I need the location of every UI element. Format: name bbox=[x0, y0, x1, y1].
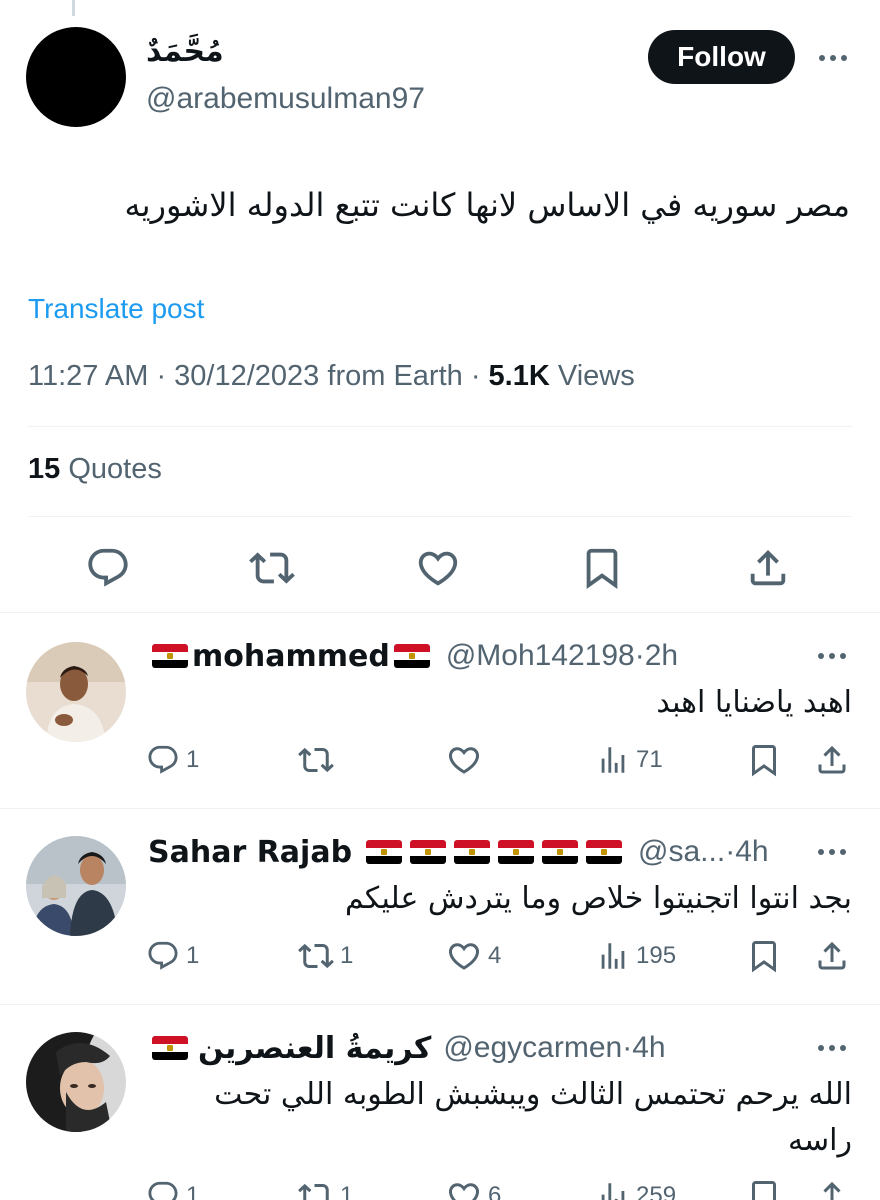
share-icon[interactable] bbox=[814, 738, 850, 782]
post-meta: 11:27 AM · 30/12/2023 from Earth · 5.1K … bbox=[28, 360, 635, 392]
egypt-flag-icon bbox=[393, 644, 430, 668]
bar-chart-icon[interactable]: 71 bbox=[596, 738, 663, 782]
reply-handle[interactable]: @sa... bbox=[638, 835, 725, 869]
translate-post-link[interactable]: Translate post bbox=[28, 293, 204, 325]
heart-icon[interactable] bbox=[446, 738, 488, 782]
views-label: Views bbox=[557, 360, 635, 392]
quotes-count: 15 bbox=[28, 453, 61, 485]
post-date[interactable]: 30/12/2023 bbox=[174, 360, 319, 392]
author-avatar[interactable] bbox=[26, 27, 126, 127]
reply-icon[interactable]: 1 bbox=[146, 934, 199, 978]
repost-icon[interactable] bbox=[244, 540, 300, 596]
reply-action-bar: 1 1 6 259 bbox=[0, 1174, 880, 1200]
share-icon[interactable] bbox=[740, 540, 796, 596]
avatar[interactable] bbox=[26, 1032, 126, 1132]
divider bbox=[28, 426, 852, 427]
repost-icon[interactable]: 1 bbox=[298, 1174, 353, 1200]
like-count: 4 bbox=[488, 942, 502, 969]
egypt-flag-icon bbox=[586, 840, 623, 864]
reply-author-name[interactable]: Sahar Rajab bbox=[148, 835, 626, 870]
reply-action-bar: 1 71 bbox=[0, 738, 880, 782]
views-count: 195 bbox=[636, 942, 677, 969]
heart-icon[interactable]: 6 bbox=[446, 1174, 501, 1200]
bookmark-icon[interactable] bbox=[746, 1174, 782, 1200]
post-source: from Earth bbox=[327, 360, 463, 392]
reply-text: اهبد ياضنايا اهبد bbox=[656, 685, 852, 720]
like-count: 6 bbox=[488, 1182, 502, 1200]
reply-name-text[interactable]: كريمةُ العنصرين bbox=[198, 1031, 431, 1066]
reply-time[interactable]: 4h bbox=[735, 835, 768, 869]
heart-icon[interactable] bbox=[410, 540, 466, 596]
reply-count: 1 bbox=[186, 1182, 200, 1200]
reply-name-text[interactable]: mohammed bbox=[192, 639, 390, 674]
post-action-bar bbox=[0, 540, 880, 596]
author-name[interactable]: مُحَّمَدٌ bbox=[146, 34, 224, 69]
egypt-flag-icon bbox=[410, 840, 447, 864]
egypt-flag-icon bbox=[542, 840, 579, 864]
reply-handle[interactable]: @Moh142198 bbox=[446, 639, 635, 673]
repost-count: 1 bbox=[340, 1182, 354, 1200]
repost-count: 1 bbox=[340, 942, 354, 969]
bar-chart-icon[interactable]: 259 bbox=[596, 1174, 676, 1200]
quotes-label: Quotes bbox=[68, 453, 162, 485]
divider bbox=[0, 1004, 880, 1005]
divider bbox=[28, 516, 852, 517]
bar-chart-icon[interactable]: 195 bbox=[596, 934, 676, 978]
egypt-flag-icon bbox=[366, 840, 403, 864]
reply-count: 1 bbox=[186, 746, 200, 773]
bookmark-icon[interactable] bbox=[746, 934, 782, 978]
egypt-flag-icon bbox=[152, 1036, 188, 1060]
repost-icon[interactable] bbox=[298, 738, 340, 782]
reply-count: 1 bbox=[186, 942, 200, 969]
reply-action-bar: 1 1 4 195 bbox=[0, 934, 880, 978]
divider bbox=[0, 612, 880, 613]
more-dots-icon[interactable] bbox=[813, 48, 853, 68]
views-count: 5.1K bbox=[488, 360, 550, 392]
egypt-flag-icon bbox=[498, 840, 535, 864]
reply-icon[interactable] bbox=[80, 540, 136, 596]
repost-icon[interactable]: 1 bbox=[298, 934, 353, 978]
reply-handle[interactable]: @egycarmen bbox=[443, 1031, 622, 1065]
more-dots-icon[interactable] bbox=[812, 648, 852, 664]
thread-line bbox=[72, 0, 75, 16]
views-count: 259 bbox=[636, 1182, 677, 1200]
post-time: 11:27 AM bbox=[28, 360, 149, 392]
reply-icon[interactable]: 1 bbox=[146, 1174, 199, 1200]
more-dots-icon[interactable] bbox=[812, 844, 852, 860]
avatar[interactable] bbox=[26, 836, 126, 936]
share-icon[interactable] bbox=[814, 1174, 850, 1200]
reply-text: بجد انتوا اتجنيتوا خلاص وما يتردش عليكم bbox=[344, 881, 852, 916]
more-dots-icon[interactable] bbox=[812, 1040, 852, 1056]
avatar[interactable] bbox=[26, 642, 126, 742]
reply-icon[interactable]: 1 bbox=[146, 738, 199, 782]
quotes-link[interactable]: 15 Quotes bbox=[28, 453, 162, 486]
reply-time[interactable]: 4h bbox=[632, 1031, 665, 1065]
views-count: 71 bbox=[636, 746, 663, 773]
follow-button[interactable]: Follow bbox=[648, 30, 795, 84]
reply-time[interactable]: 2h bbox=[645, 639, 678, 673]
reply-author-name[interactable]: كريمةُ العنصرين bbox=[148, 1031, 431, 1066]
divider bbox=[0, 808, 880, 809]
share-icon[interactable] bbox=[814, 934, 850, 978]
reply-name-text[interactable]: Sahar Rajab bbox=[148, 835, 352, 870]
bookmark-icon[interactable] bbox=[746, 738, 782, 782]
author-handle[interactable]: @arabemusulman97 bbox=[146, 82, 425, 116]
egypt-flag-icon bbox=[152, 644, 188, 668]
reply-author-name[interactable]: mohammed bbox=[148, 639, 434, 674]
reply-text: الله يرحم تحتمس الثالث ويبشبش الطوبه الل… bbox=[214, 1077, 852, 1158]
egypt-flag-icon bbox=[454, 840, 491, 864]
post-text: مصر سوريه في الاساس لانها كانت تتبع الدو… bbox=[124, 186, 850, 224]
bookmark-icon[interactable] bbox=[574, 540, 630, 596]
heart-icon[interactable]: 4 bbox=[446, 934, 501, 978]
